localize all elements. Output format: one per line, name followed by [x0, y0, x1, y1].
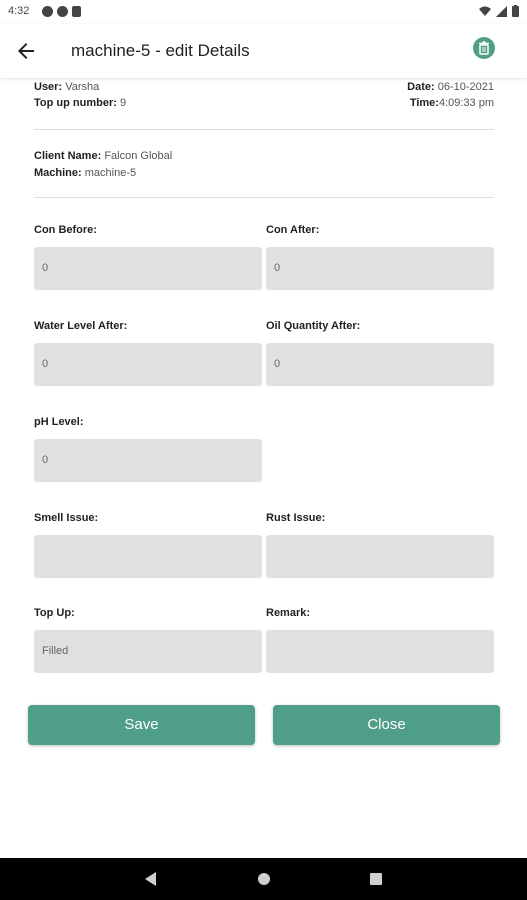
smell-issue-input[interactable] [34, 535, 262, 578]
nav-home-icon[interactable] [258, 873, 270, 885]
sd-card-icon [72, 6, 81, 17]
smell-issue-label: Smell Issue: [34, 512, 99, 524]
status-bar: 4:32 [0, 0, 527, 24]
close-button[interactable]: Close [273, 705, 500, 745]
wifi-icon [479, 6, 491, 16]
delete-button[interactable] [473, 37, 495, 59]
status-time: 4:32 [8, 5, 30, 17]
top-up-input[interactable]: Filled [34, 630, 262, 673]
app-notification-icon [57, 6, 68, 17]
con-after-input[interactable]: 0 [266, 247, 494, 290]
navigation-bar [0, 858, 527, 900]
rust-issue-label: Rust Issue: [266, 512, 326, 524]
trash-icon [479, 41, 489, 55]
machine-row: Machine: machine-5 [34, 167, 137, 179]
water-level-after-input[interactable]: 0 [34, 343, 262, 386]
notification-icons [42, 6, 81, 17]
save-button[interactable]: Save [28, 705, 255, 745]
back-arrow-icon[interactable] [14, 39, 38, 63]
oil-quantity-after-input[interactable]: 0 [266, 343, 494, 386]
app-bar: machine-5 - edit Details [0, 24, 527, 78]
oil-quantity-after-label: Oil Quantity After: [266, 320, 361, 332]
con-after-label: Con After: [266, 224, 320, 236]
divider [34, 197, 494, 198]
remark-input[interactable] [266, 630, 494, 673]
system-icons [479, 5, 519, 17]
ph-level-input[interactable]: 0 [34, 439, 262, 482]
nav-recents-icon[interactable] [370, 873, 382, 885]
con-before-input[interactable]: 0 [34, 247, 262, 290]
signal-icon [496, 5, 507, 17]
top-up-label: Top Up: [34, 607, 75, 619]
con-before-label: Con Before: [34, 224, 97, 236]
ph-level-label: pH Level: [34, 416, 84, 428]
app-notification-icon [42, 6, 53, 17]
rust-issue-input[interactable] [266, 535, 494, 578]
time-info-row: Time:4:09:33 pm [409, 97, 494, 109]
battery-icon [512, 5, 519, 17]
page-title: machine-5 - edit Details [71, 41, 250, 60]
date-info-row: Date: 06-10-2021 [407, 81, 494, 93]
divider [34, 129, 494, 130]
remark-label: Remark: [266, 607, 311, 619]
water-level-after-label: Water Level After: [34, 320, 128, 332]
client-name-row: Client Name: Falcon Global [34, 150, 173, 162]
nav-back-icon[interactable] [145, 872, 156, 886]
